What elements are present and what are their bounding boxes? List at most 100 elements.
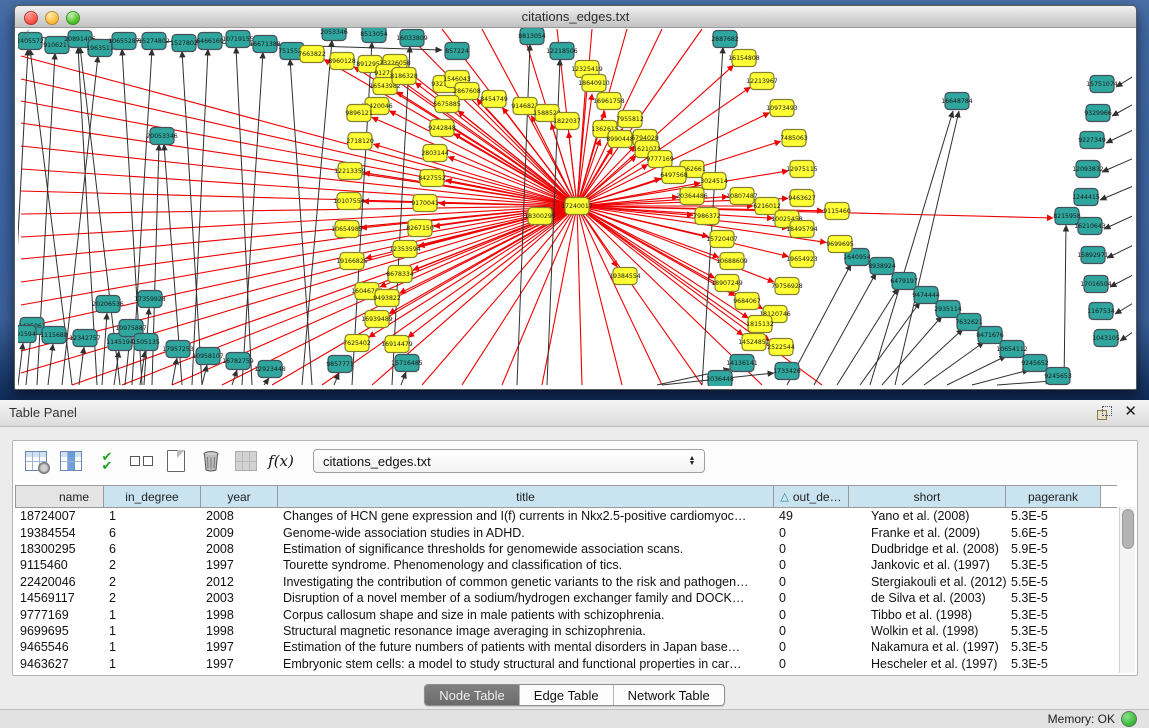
graph-node[interactable]: 9684067: [733, 293, 761, 310]
new-table-icon[interactable]: [163, 448, 189, 474]
table-row[interactable]: 911546021997Tourette syndrome. Phenomeno…: [15, 557, 1117, 573]
graph-node[interactable]: 9857771: [326, 356, 354, 373]
column-header-pagerank[interactable]: pagerank: [1006, 486, 1101, 507]
column-header-title[interactable]: title: [278, 486, 774, 507]
graph-node[interactable]: 16648784: [941, 93, 973, 110]
graph-node[interactable]: 10655287: [108, 33, 140, 50]
graph-node[interactable]: 9463627: [788, 190, 816, 207]
graph-node[interactable]: 10688609: [716, 253, 748, 270]
resize-grip[interactable]: [18, 28, 30, 40]
graph-node[interactable]: 1815132: [746, 316, 774, 333]
table-row[interactable]: 946554611997Estimation of the future num…: [15, 639, 1117, 655]
graph-node[interactable]: 1043105: [1092, 330, 1120, 347]
column-header-short[interactable]: short: [849, 486, 1006, 507]
graph-node[interactable]: 15751074: [1086, 76, 1118, 93]
graph-node[interactable]: 2803144: [421, 145, 449, 162]
graph-node[interactable]: 14524851: [738, 334, 770, 351]
function-builder-icon[interactable]: f(x): [268, 448, 294, 474]
graph-node[interactable]: 7986372: [693, 208, 721, 225]
graph-node[interactable]: 12975115: [786, 161, 818, 178]
table-selector-dropdown[interactable]: citations_edges.txt ▲▼: [313, 449, 705, 473]
graph-node[interactable]: 2887682: [711, 31, 739, 48]
table-panel-header[interactable]: Table Panel ✕: [0, 400, 1149, 427]
graph-node[interactable]: 79756928: [771, 278, 803, 295]
graph-node[interactable]: 16033809: [396, 30, 428, 47]
graph-node[interactable]: 12353594: [389, 241, 421, 258]
table-row[interactable]: 1830029562008Estimation of significance …: [15, 541, 1117, 557]
tab-node-table[interactable]: Node Table: [425, 685, 520, 705]
table-row[interactable]: 946362711997Embryonic stem cells: a mode…: [15, 656, 1117, 672]
graph-node[interactable]: 10654985: [331, 221, 363, 238]
network-window[interactable]: citations_edges.txt 24055729106217208914…: [14, 5, 1137, 390]
graph-node[interactable]: 8990448: [606, 131, 634, 148]
close-panel-icon[interactable]: ✕: [1124, 403, 1137, 421]
graph-node[interactable]: 9896121: [345, 105, 373, 122]
memory-status-indicator[interactable]: [1121, 711, 1137, 727]
graph-node[interactable]: 10107554: [333, 193, 365, 210]
table-row[interactable]: 1872400712008Changes of HCN gene express…: [15, 508, 1117, 524]
graph-node[interactable]: 9777169: [646, 151, 674, 168]
graph-node[interactable]: 17359928: [134, 291, 166, 308]
graph-node[interactable]: 9242848: [428, 120, 456, 137]
graph-node[interactable]: 9493822: [373, 290, 401, 307]
delete-trash-icon[interactable]: [198, 448, 224, 474]
column-header-name[interactable]: name: [15, 486, 104, 507]
graph-node[interactable]: 15720407: [706, 231, 738, 248]
table-row[interactable]: 2242004622012Investigating the contribut…: [15, 574, 1117, 590]
graph-node[interactable]: 20053346: [146, 128, 178, 145]
graph-node[interactable]: 16671388: [249, 36, 281, 53]
graph-node[interactable]: 5675885: [433, 96, 461, 113]
graph-node[interactable]: 16961758: [593, 93, 625, 110]
graph-node[interactable]: 391594: [18, 326, 36, 343]
table-column-icon[interactable]: [58, 448, 84, 474]
graph-node[interactable]: 1733426: [773, 363, 801, 380]
scrollbar-thumb[interactable]: [1122, 509, 1134, 549]
graph-node[interactable]: 20364486: [676, 188, 708, 205]
table-row[interactable]: 977716911998Corpus callosum shape and si…: [15, 606, 1117, 622]
graph-node[interactable]: 10807487: [726, 188, 758, 205]
graph-node[interactable]: 9227349: [1078, 132, 1106, 149]
graph-node[interactable]: 8471676: [976, 327, 1004, 344]
graph-node[interactable]: 18907249: [711, 275, 743, 292]
nodes-group[interactable]: 2405572910621720891406196351110655287152…: [18, 28, 1120, 386]
graph-node[interactable]: 1505135: [132, 334, 160, 351]
float-panel-icon[interactable]: [1097, 406, 1111, 419]
graph-node[interactable]: 9115460: [823, 203, 851, 220]
graph-node[interactable]: 8678334: [386, 266, 414, 283]
graph-node[interactable]: 10973493: [766, 100, 798, 117]
graph-node[interactable]: 7955812: [616, 111, 644, 128]
graph-node[interactable]: 18495794: [786, 221, 818, 238]
graph-node[interactable]: 9170041: [411, 195, 439, 212]
graph-node[interactable]: 3024514: [700, 173, 728, 190]
graph-node[interactable]: 8186328: [390, 68, 418, 85]
graph-node[interactable]: 1115688: [40, 327, 68, 344]
graph-node[interactable]: 15892971: [1077, 247, 1109, 264]
graph-node[interactable]: 12342757: [69, 330, 101, 347]
graph-node[interactable]: 8938924: [868, 258, 896, 275]
graph-node[interactable]: 19654923: [786, 251, 818, 268]
graph-node[interactable]: 2522544: [767, 339, 795, 356]
graph-node[interactable]: 8513054: [360, 28, 388, 43]
graph-node[interactable]: 16939489: [361, 311, 393, 328]
graph-node[interactable]: 2718120: [346, 133, 374, 150]
graph-node[interactable]: 16914479: [381, 336, 413, 353]
graph-node[interactable]: 7663822: [298, 46, 326, 63]
graph-node[interactable]: 7485063: [780, 130, 808, 147]
graph-node[interactable]: 9699695: [826, 236, 854, 253]
graph-node[interactable]: 2053346: [320, 28, 348, 41]
table-row[interactable]: 969969511998Structural magnetic resonanc…: [15, 623, 1117, 639]
table-row[interactable]: 1938455462009Genome-wide association stu…: [15, 524, 1117, 540]
graph-node[interactable]: 8427552: [418, 170, 446, 187]
graph-node[interactable]: 12093832: [1072, 161, 1104, 178]
graph-node[interactable]: 18640910: [578, 75, 610, 92]
graph-node[interactable]: 857224: [445, 43, 469, 60]
graph-node[interactable]: 1244415: [1072, 189, 1100, 206]
network-window-titlebar[interactable]: citations_edges.txt: [15, 6, 1136, 28]
graph-node[interactable]: 8960128: [328, 53, 356, 70]
graph-node[interactable]: 16210643: [1074, 218, 1106, 235]
graph-node[interactable]: 12923448: [254, 361, 286, 378]
graph-node[interactable]: 8215958: [1053, 208, 1081, 225]
row-height-icon[interactable]: [128, 448, 154, 474]
graph-node[interactable]: 2036448: [706, 371, 734, 387]
tab-edge-table[interactable]: Edge Table: [520, 685, 614, 705]
